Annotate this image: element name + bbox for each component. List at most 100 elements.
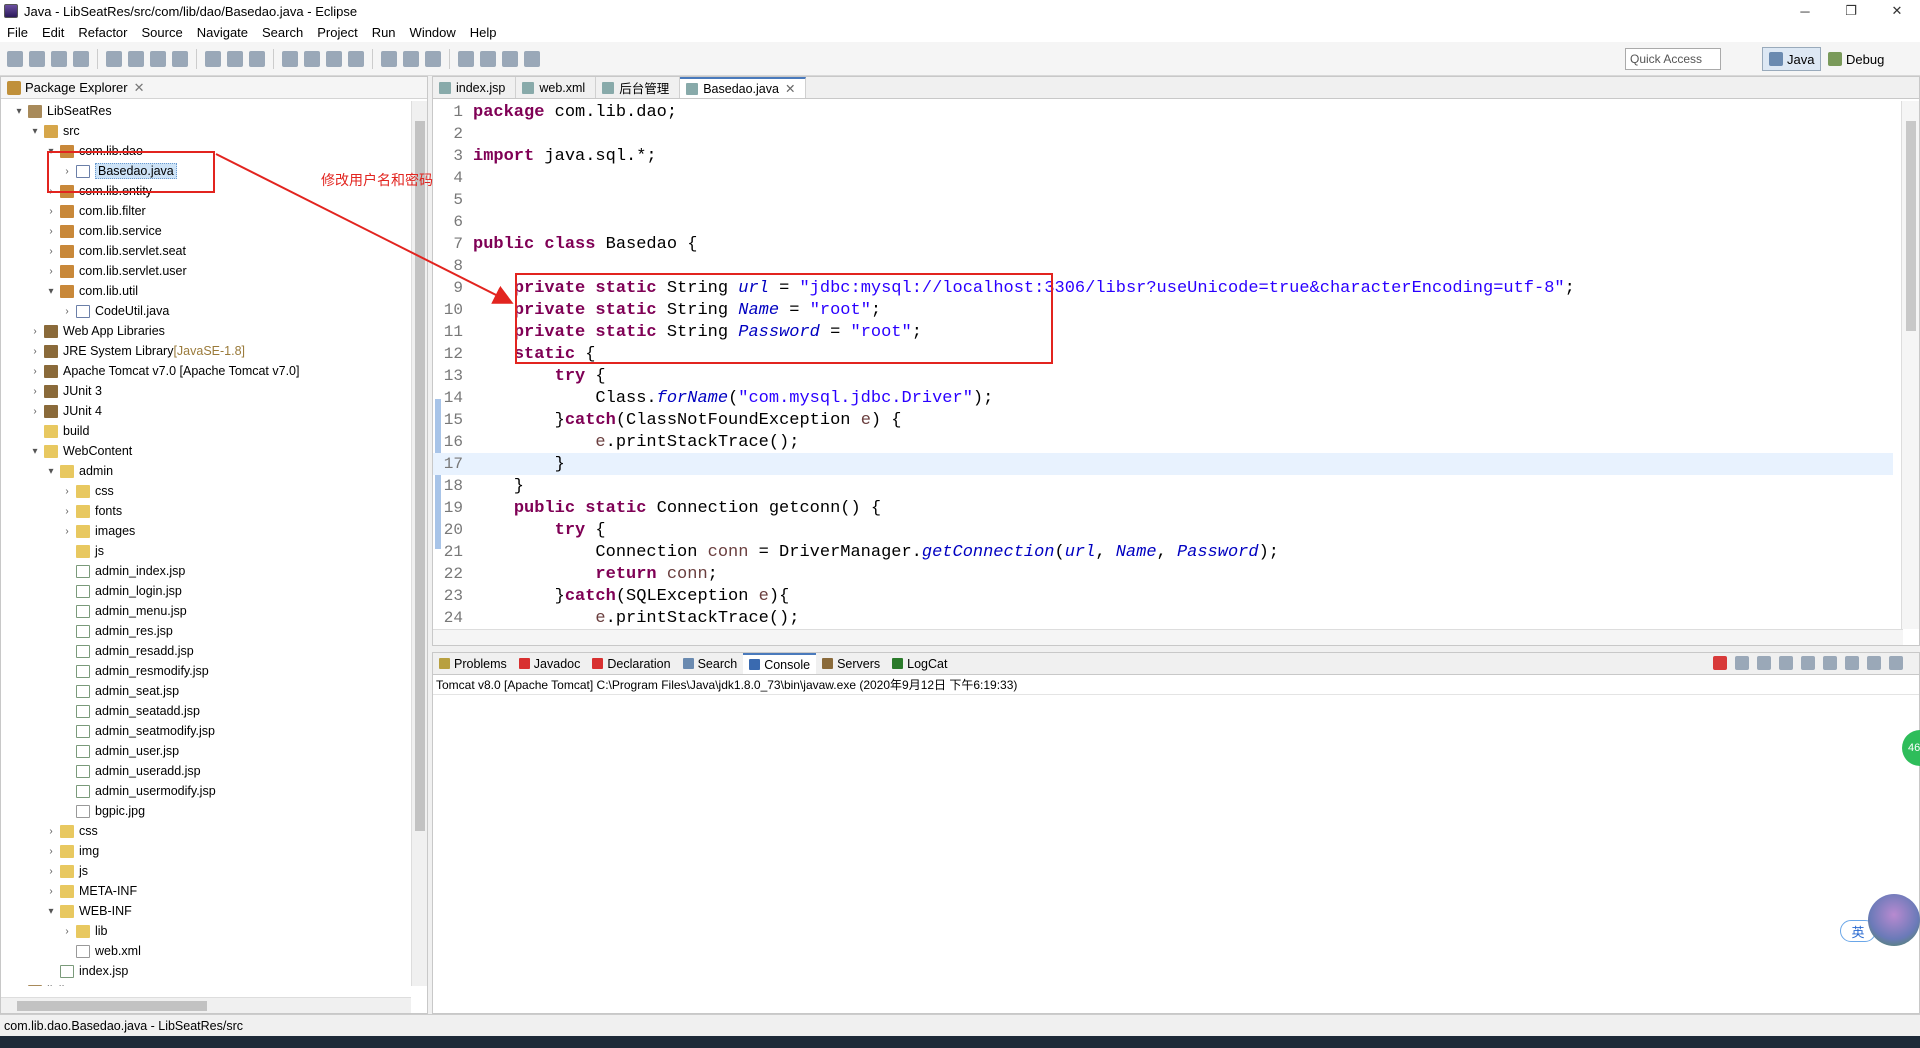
minimize-button[interactable]: ─ xyxy=(1782,0,1828,22)
print-icon[interactable] xyxy=(73,50,89,67)
external-run-icon[interactable] xyxy=(348,50,364,67)
tree-item[interactable]: ▾ LibSeatRes xyxy=(1,101,411,121)
check-icon[interactable] xyxy=(172,50,188,67)
code-line[interactable]: 13 try { xyxy=(433,365,1893,387)
tree-item[interactable]: › JRE System Library [JavaSE-1.8] xyxy=(1,341,411,361)
tree-item[interactable]: admin_user.jsp xyxy=(1,741,411,761)
tree-item[interactable]: ▾ WebContent xyxy=(1,441,411,461)
scrollbar-thumb[interactable] xyxy=(1906,121,1916,331)
code-line[interactable]: 2 xyxy=(433,123,1893,145)
remove-launch-icon[interactable] xyxy=(1735,656,1749,670)
build-icon[interactable] xyxy=(128,50,144,67)
tree-item[interactable]: admin_index.jsp xyxy=(1,561,411,581)
code-line[interactable]: 7 public class Basedao { xyxy=(433,233,1893,255)
code-line[interactable]: 15 } catch (ClassNotFoundException e) { xyxy=(433,409,1893,431)
tree-item[interactable]: admin_res.jsp xyxy=(1,621,411,641)
collapse-arrow-icon[interactable]: ▾ xyxy=(13,106,25,117)
avatar[interactable] xyxy=(1868,894,1920,946)
tab-javadoc[interactable]: Javadoc xyxy=(513,653,587,674)
forward-icon[interactable] xyxy=(524,50,540,67)
editor-vertical-scrollbar[interactable] xyxy=(1901,101,1919,629)
clear-console-icon[interactable] xyxy=(1779,656,1793,670)
expand-arrow-icon[interactable]: › xyxy=(45,886,57,897)
package-tree-vertical-scrollbar[interactable] xyxy=(411,101,427,986)
expand-arrow-icon[interactable]: › xyxy=(45,866,57,877)
collapse-arrow-icon[interactable]: ▾ xyxy=(45,286,57,297)
expand-arrow-icon[interactable]: › xyxy=(45,826,57,837)
display-console-icon[interactable] xyxy=(1867,656,1881,670)
expand-arrow-icon[interactable]: › xyxy=(61,306,73,317)
maximize-button[interactable]: ❐ xyxy=(1828,0,1874,22)
tree-item[interactable]: bgpic.jpg xyxy=(1,801,411,821)
tree-item[interactable]: › META-INF xyxy=(1,881,411,901)
tree-item[interactable]: admin_usermodify.jsp xyxy=(1,781,411,801)
expand-arrow-icon[interactable]: › xyxy=(45,846,57,857)
tab-logcat[interactable]: LogCat xyxy=(886,653,953,674)
tree-item[interactable]: index.jsp xyxy=(1,961,411,981)
tree-item[interactable]: admin_seat.jsp xyxy=(1,681,411,701)
open-console-icon[interactable] xyxy=(1889,656,1903,670)
tree-item[interactable]: ▾ admin xyxy=(1,461,411,481)
tree-item[interactable]: build xyxy=(1,421,411,441)
tree-item[interactable]: › css xyxy=(1,821,411,841)
expand-arrow-icon[interactable]: › xyxy=(45,266,57,277)
menu-edit[interactable]: Edit xyxy=(35,25,71,40)
code-line[interactable]: 14 Class. forName("com.mysql.jdbc.Driver"… xyxy=(433,387,1893,409)
code-line[interactable]: 4 xyxy=(433,167,1893,189)
expand-arrow-icon[interactable]: › xyxy=(29,346,41,357)
code-line[interactable]: 22 return conn; xyxy=(433,563,1893,585)
code-area[interactable]: 1 package com.lib.dao; 2 3 import java.sql.*… xyxy=(433,101,1893,629)
menu-window[interactable]: Window xyxy=(403,25,463,40)
back-icon[interactable] xyxy=(502,50,518,67)
tree-item[interactable]: › images xyxy=(1,521,411,541)
tree-item[interactable]: › com.lib.filter xyxy=(1,201,411,221)
tree-item[interactable]: admin_login.jsp xyxy=(1,581,411,601)
code-line[interactable]: 16 e .printStackTrace(); xyxy=(433,431,1893,453)
scrollbar-thumb[interactable] xyxy=(415,121,425,831)
editor-tab[interactable]: 后台管理 xyxy=(596,77,681,98)
tree-item[interactable]: › img xyxy=(1,841,411,861)
close-button[interactable]: ✕ xyxy=(1874,0,1920,22)
code-line[interactable]: 24 e .printStackTrace(); xyxy=(433,607,1893,629)
expand-arrow-icon[interactable]: › xyxy=(13,986,25,987)
expand-arrow-icon[interactable]: › xyxy=(45,206,57,217)
expand-arrow-icon[interactable]: › xyxy=(61,486,73,497)
expand-arrow-icon[interactable]: › xyxy=(29,406,41,417)
expand-arrow-icon[interactable]: › xyxy=(45,246,57,257)
menu-refactor[interactable]: Refactor xyxy=(71,25,134,40)
expand-arrow-icon[interactable]: › xyxy=(29,326,41,337)
expand-arrow-icon[interactable]: › xyxy=(61,526,73,537)
tree-item[interactable]: › com.lib.servlet.user xyxy=(1,261,411,281)
menu-file[interactable]: File xyxy=(0,25,35,40)
code-line[interactable]: 21 Connection conn = DriverManager. getCo… xyxy=(433,541,1893,563)
tree-item[interactable]: › JUnit 3 xyxy=(1,381,411,401)
tree-item[interactable]: › CodeUtil.java xyxy=(1,301,411,321)
expand-arrow-icon[interactable]: › xyxy=(61,926,73,937)
tree-item[interactable]: › Web App Libraries xyxy=(1,321,411,341)
code-line[interactable]: 5 xyxy=(433,189,1893,211)
tree-item[interactable]: ▾ src xyxy=(1,121,411,141)
collapse-arrow-icon[interactable]: ▾ xyxy=(29,446,41,457)
java-perspective-button[interactable]: Java xyxy=(1762,47,1822,71)
collapse-arrow-icon[interactable]: ▾ xyxy=(29,126,41,137)
code-line[interactable]: 23 } catch (SQLException e){ xyxy=(433,585,1893,607)
tree-item[interactable]: admin_menu.jsp xyxy=(1,601,411,621)
tree-item[interactable]: › JUnit 4 xyxy=(1,401,411,421)
expand-arrow-icon[interactable]: › xyxy=(29,386,41,397)
scrollbar-thumb[interactable] xyxy=(17,1001,207,1011)
tree-item[interactable]: ▾ WEB-INF xyxy=(1,901,411,921)
code-line[interactable]: 17 } xyxy=(433,453,1893,475)
tree-item[interactable]: › lib xyxy=(1,921,411,941)
tree-item[interactable]: › fonts xyxy=(1,501,411,521)
pin-console-icon[interactable] xyxy=(1845,656,1859,670)
tab-console[interactable]: Console xyxy=(743,653,817,674)
run-icon[interactable] xyxy=(304,50,320,67)
code-line[interactable]: 3 import java.sql.*; xyxy=(433,145,1893,167)
tree-item[interactable]: › js xyxy=(1,861,411,881)
save-all-icon[interactable] xyxy=(51,50,67,67)
quick-access-input[interactable]: Quick Access xyxy=(1625,48,1721,70)
terminate-icon[interactable] xyxy=(1713,656,1727,670)
debug-skip-icon[interactable] xyxy=(106,50,122,67)
tree-item[interactable]: › lisihan06 xyxy=(1,981,411,986)
tree-item[interactable]: admin_seatmodify.jsp xyxy=(1,721,411,741)
